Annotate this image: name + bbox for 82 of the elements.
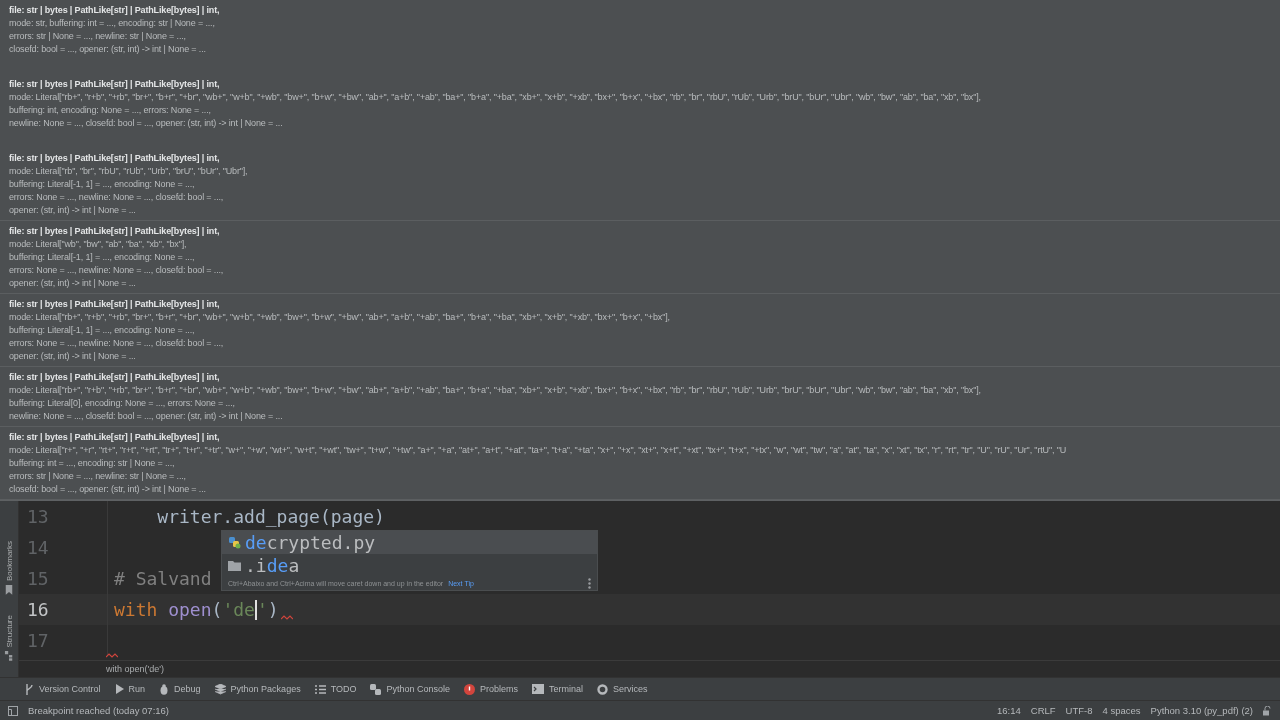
more-options-icon[interactable] [588, 578, 591, 589]
code-comment: # Salvand [114, 568, 212, 589]
line-number: 14 [19, 532, 108, 563]
error-icon [464, 683, 476, 695]
line-number: 16 [19, 594, 108, 625]
error-squiggle [280, 615, 293, 620]
list-icon [314, 684, 326, 694]
code-string: 'de [222, 599, 255, 620]
tool-window-button[interactable]: Services [594, 681, 651, 697]
signature-line: errors: None = ..., newline: None = ..., closefd: bool = ..., [9, 337, 225, 350]
code-text: writer.add_page(page) [156, 506, 385, 527]
line-number: 13 [19, 501, 108, 532]
signature-line: buffering: Literal[-1, 1] = ..., encoding: None = ..., [9, 178, 196, 191]
signature-line: closefd: bool = ..., opener: (str, int) -> int | None = ... [9, 43, 207, 56]
status-item[interactable]: CRLF [1030, 705, 1056, 716]
completion-item[interactable]: decrypted.py [222, 531, 597, 554]
layout-icon[interactable] [8, 705, 18, 716]
play-icon [114, 684, 124, 694]
structure-icon[interactable] [4, 651, 14, 661]
signature-header: file: str | bytes | PathLike[str] | PathLike[bytes] | int, [9, 4, 221, 17]
signature-line: mode: Literal["rb+", "r+b", "+rb", "br+", "b+r", "+br", "wb+", "w+b", "+wb", "bw+", "b+w", "+bw", "ab+", "a+b", "+ab", "ba+", "b+a", "+ba", "xb+", "x+b", "+xb", "bx+", "b+x", "+bx", "rb", "br", "rbU", "rUb", "Urb", "brU", "bUr", "Ubr", "wb", "bw", "ab", "ba", "xb", "bx"], [9, 384, 982, 397]
signature-line: errors: str | None = ..., newline: str | None = ..., [9, 470, 187, 483]
signature-header: file: str | bytes | PathLike[str] | PathLike[bytes] | int, [9, 298, 221, 311]
folder-icon [228, 560, 241, 571]
tool-window-button[interactable]: Run [111, 682, 149, 696]
tool-window-button[interactable]: Python Console [367, 681, 454, 697]
status-item[interactable]: 4 spaces [1102, 705, 1141, 716]
code-text: ) [267, 599, 279, 620]
signature-line: mode: Literal["wb", "bw", "ab", "ba", "xb", "bx"], [9, 238, 188, 251]
signature-line: buffering: int, encoding: None = ..., errors: None = ..., [9, 104, 212, 117]
completion-item[interactable]: .idea [222, 554, 597, 577]
error-squiggle [106, 653, 118, 658]
signature-line: opener: (str, int) -> int | None = ... [9, 204, 137, 217]
status-item[interactable]: Python 3.10 (py_pdf) (2) [1150, 705, 1253, 716]
status-item[interactable]: UTF-8 [1065, 705, 1093, 716]
tool-window-button[interactable]: Problems [461, 681, 522, 697]
signature-line: newline: None = ..., closefd: bool = ..., opener: (str, int) -> int | None = ... [9, 410, 284, 423]
line-number: 17 [19, 625, 108, 656]
tool-window-tab[interactable]: Bookmarks [4, 541, 14, 581]
signature-header: file: str | bytes | PathLike[str] | PathLike[bytes] | int, [9, 371, 221, 384]
tool-window-button[interactable]: TODO [311, 682, 360, 696]
signature-line: errors: None = ..., newline: None = ..., closefd: bool = ..., [9, 264, 225, 277]
signature-line: buffering: int = ..., encoding: str | None = ..., [9, 457, 176, 470]
breadcrumb[interactable]: with open('de') [106, 664, 1280, 674]
signature-line: opener: (str, int) -> int | None = ... [9, 277, 137, 290]
tool-window-button[interactable]: Python Packages [211, 681, 304, 697]
code-text: ( [211, 599, 223, 620]
gear-icon [597, 683, 609, 695]
signature-line: mode: Literal["rb+", "r+b", "+rb", "br+", "b+r", "+br", "wb+", "w+b", "+wb", "bw+", "b+w", "+bw", "ab+", "a+b", "+ab", "ba+", "b+a", "+ba", "xb+", "x+b", "+xb", "bx+", "b+x", "+bx"], [9, 311, 671, 324]
code-function: open [168, 599, 212, 620]
signature-line: opener: (str, int) -> int | None = ... [9, 350, 137, 363]
signature-line: mode: Literal["rb+", "r+b", "+rb", "br+", "b+r", "+br", "wb+", "w+b", "+wb", "bw+", "b+w", "+bw", "ab+", "a+b", "+ab", "ba+", "b+a", "+ba", "xb+", "x+b", "+xb", "bx+", "b+x", "+bx", "rb", "br", "rbU", "rUb", "Urb", "brU", "bUr", "Ubr", "wb", "bw", "ab", "ba", "xb", "bx"], [9, 91, 982, 104]
signature-line: buffering: Literal[-1, 1] = ..., encoding: None = ..., [9, 251, 196, 264]
signature-line: mode: Literal["r+", "+r", "rt+", "r+t", "+rt", "tr+", "t+r", "+tr", "w+", "+w", "wt+", "w+t", "+wt", "tw+", "t+w", "+tw", "a+", "+a", "at+", "a+t", "+at", "ta+", "t+a", "+ta", "x+", "+x", "xt+", "x+t", "+xt", "tx+", "t+x", "+tx", "w", "wt", "tw", "a", "at", "ta", "x", "xt", "tx", "r", "rt", "tr", "U", "rU", "Ur", "rtU", "U [9, 444, 1068, 457]
signature-line: buffering: Literal[-1, 1] = ..., encoding: None = ..., [9, 324, 196, 337]
signature-line: mode: str, buffering: int = ..., encoding: str | None = ..., [9, 17, 216, 30]
code-keyword: with [114, 599, 158, 620]
code-string: ' [256, 599, 268, 620]
status-message: Breakpoint reached (today 07:16) [28, 705, 169, 716]
status-item[interactable]: 16:14 [997, 705, 1021, 716]
signature-line: mode: Literal["rb", "br", "rbU", "rUb", "Urb", "brU", "bUr", "Ubr"], [9, 165, 249, 178]
branch-icon [25, 683, 34, 695]
tool-window-button[interactable]: Debug [156, 681, 204, 697]
bug-icon [159, 683, 170, 695]
signature-header: file: str | bytes | PathLike[str] | PathLike[bytes] | int, [9, 78, 221, 91]
signature-header: file: str | bytes | PathLike[str] | PathLike[bytes] | int, [9, 152, 221, 165]
signature-header: file: str | bytes | PathLike[str] | PathLike[bytes] | int, [9, 431, 221, 444]
layers-icon [214, 683, 226, 695]
signature-line: errors: None = ..., newline: None = ..., closefd: bool = ..., [9, 191, 225, 204]
signature-line: closefd: bool = ..., opener: (str, int) -> int | None = ... [9, 483, 207, 496]
signature-line: newline: None = ..., closefd: bool = ..., opener: (str, int) -> int | None = ... [9, 117, 284, 130]
tool-window-button[interactable]: Version Control [22, 681, 104, 697]
signature-line: buffering: Literal[0], encoding: None = ..., errors: None = ..., [9, 397, 236, 410]
terminal-icon [532, 684, 545, 694]
tool-window-tab[interactable]: Structure [4, 614, 14, 648]
bookmark-icon[interactable] [4, 585, 14, 595]
lock-icon[interactable] [1263, 705, 1272, 716]
signature-header: file: str | bytes | PathLike[str] | PathLike[bytes] | int, [9, 225, 221, 238]
text-caret [254, 599, 257, 620]
signature-line: errors: str | None = ..., newline: str | None = ..., [9, 30, 187, 43]
python-file-icon [228, 536, 241, 549]
tool-window-button[interactable]: Terminal [529, 682, 587, 696]
